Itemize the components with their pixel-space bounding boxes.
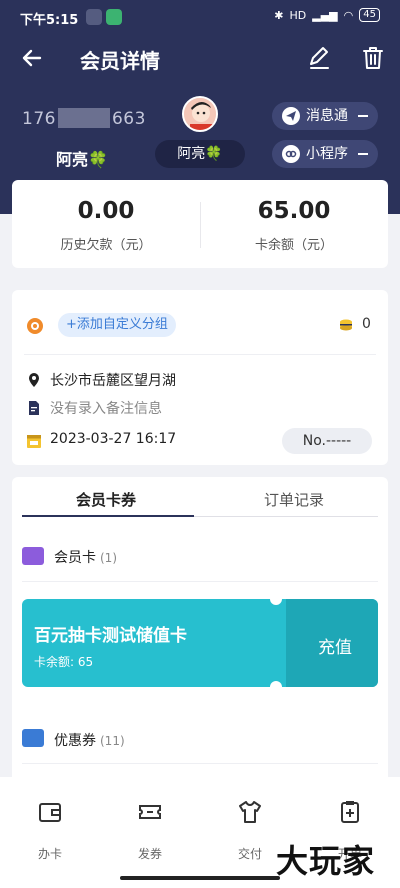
member-card-title: 会员卡 <box>54 550 96 566</box>
address-text: 长沙市岳麓区望月湖 <box>50 373 176 389</box>
status-right: ✱ HD ▂▄▆ ◠ 45 <box>274 8 380 22</box>
debt-value: 0.00 <box>77 198 135 224</box>
divider <box>22 581 378 582</box>
phone-suffix: 663 <box>111 109 146 129</box>
debt-label: 历史欠款（元） <box>60 238 152 253</box>
calendar-icon <box>27 435 41 448</box>
miniprogram-button[interactable]: 小程序 <box>272 140 378 168</box>
tab-member-cards[interactable]: 会员卡券 <box>12 489 200 510</box>
phone-prefix: 176 <box>22 109 56 129</box>
avatar[interactable] <box>182 96 218 132</box>
remark-text[interactable]: 没有录入备注信息 <box>50 398 162 418</box>
coupon-title: 优惠券 <box>54 733 96 749</box>
balance-card: 0.00 历史欠款（元） 65.00 卡余额（元） <box>12 180 388 268</box>
tab-order-records[interactable]: 订单记录 <box>200 489 388 510</box>
stored-card-name: 百元抽卡测试储值卡 <box>34 626 187 646</box>
clipboard-plus-icon <box>341 801 359 823</box>
group-icon <box>27 318 43 334</box>
note-icon <box>29 401 39 415</box>
bottom-nav-label: 办卡 <box>37 847 62 861</box>
recharge-button[interactable]: 充值 <box>318 633 352 658</box>
trash-icon[interactable] <box>360 45 386 71</box>
date-text: 2023-03-27 16:17 <box>50 431 177 447</box>
stored-value-card[interactable]: 百元抽卡测试储值卡 卡余额: 65 充值 <box>22 599 378 687</box>
location-pin-icon <box>29 373 39 387</box>
card-notch-top <box>270 593 282 605</box>
card-balance-label: 卡余额（元） <box>254 238 333 253</box>
miniprogram-icon <box>282 145 300 163</box>
member-card-section-title: 会员卡 (1) <box>54 547 117 567</box>
phone-mask <box>57 108 110 128</box>
member-phone: 176 663 <box>22 108 146 129</box>
status-time: 下午5:15 <box>20 13 79 28</box>
minus-icon <box>358 115 368 117</box>
card-balance-value: 65.00 <box>257 198 331 224</box>
bottom-nav-label: 交付 <box>237 847 262 861</box>
wallet-icon <box>39 803 61 822</box>
message-button-label: 消息通 <box>306 108 348 124</box>
stored-card-balance: 卡余额: 65 <box>34 655 94 669</box>
info-card: +添加自定义分组 0 长沙市岳麓区望月湖 没有录入备注信息 2023-03-27… <box>12 290 388 465</box>
ticket-icon <box>139 805 161 819</box>
message-button[interactable]: 消息通 <box>272 102 378 130</box>
divider <box>22 763 378 764</box>
tab-divider <box>194 516 378 517</box>
bottom-nav-issue-card[interactable]: 办卡 <box>0 799 100 862</box>
bottom-nav-label: 发券 <box>137 847 162 861</box>
miniprogram-button-label: 小程序 <box>306 146 348 162</box>
coupon-section-title: 优惠券 (11) <box>54 730 125 750</box>
back-arrow-icon[interactable] <box>18 44 46 72</box>
minus-icon <box>358 153 368 155</box>
signal-icon: ▂▄▆ <box>312 8 338 22</box>
tab-active-indicator <box>22 515 194 517</box>
edit-icon[interactable] <box>306 45 332 71</box>
coupon-count: (11) <box>100 734 125 748</box>
number-chip[interactable]: No.----- <box>282 428 372 454</box>
status-bar: 下午5:15 ✱ HD ▂▄▆ ◠ 45 <box>0 0 400 34</box>
battery-icon: 45 <box>359 8 380 22</box>
wifi-icon: ◠ <box>343 8 354 22</box>
notification-icon <box>86 9 102 25</box>
nav-bar: 会员详情 <box>0 34 400 82</box>
network-label: HD <box>289 8 307 22</box>
app-notification-icon <box>106 9 122 25</box>
divider <box>24 354 376 355</box>
watermark-text: 大玩家 <box>276 842 376 880</box>
tabs-card: 会员卡券 订单记录 会员卡 (1) 百元抽卡测试储值卡 卡余额: 65 充值 优惠… <box>12 477 388 777</box>
member-name-chip: 阿亮🍀 <box>155 140 245 168</box>
bluetooth-icon: ✱ <box>274 8 284 22</box>
coupon-icon <box>22 729 44 747</box>
send-icon <box>282 107 300 125</box>
member-card-icon <box>22 547 44 565</box>
page-title: 会员详情 <box>80 49 160 73</box>
shirt-icon <box>239 801 261 823</box>
member-name: 阿亮🍀 <box>56 150 108 169</box>
card-notch-bottom <box>270 681 282 693</box>
coins-icon <box>340 319 352 331</box>
bottom-nav-issue-coupon[interactable]: 发券 <box>100 799 200 862</box>
points-value: 0 <box>362 316 371 332</box>
member-card-count: (1) <box>100 551 117 565</box>
add-group-tag[interactable]: +添加自定义分组 <box>58 313 176 337</box>
home-indicator[interactable] <box>120 876 280 880</box>
